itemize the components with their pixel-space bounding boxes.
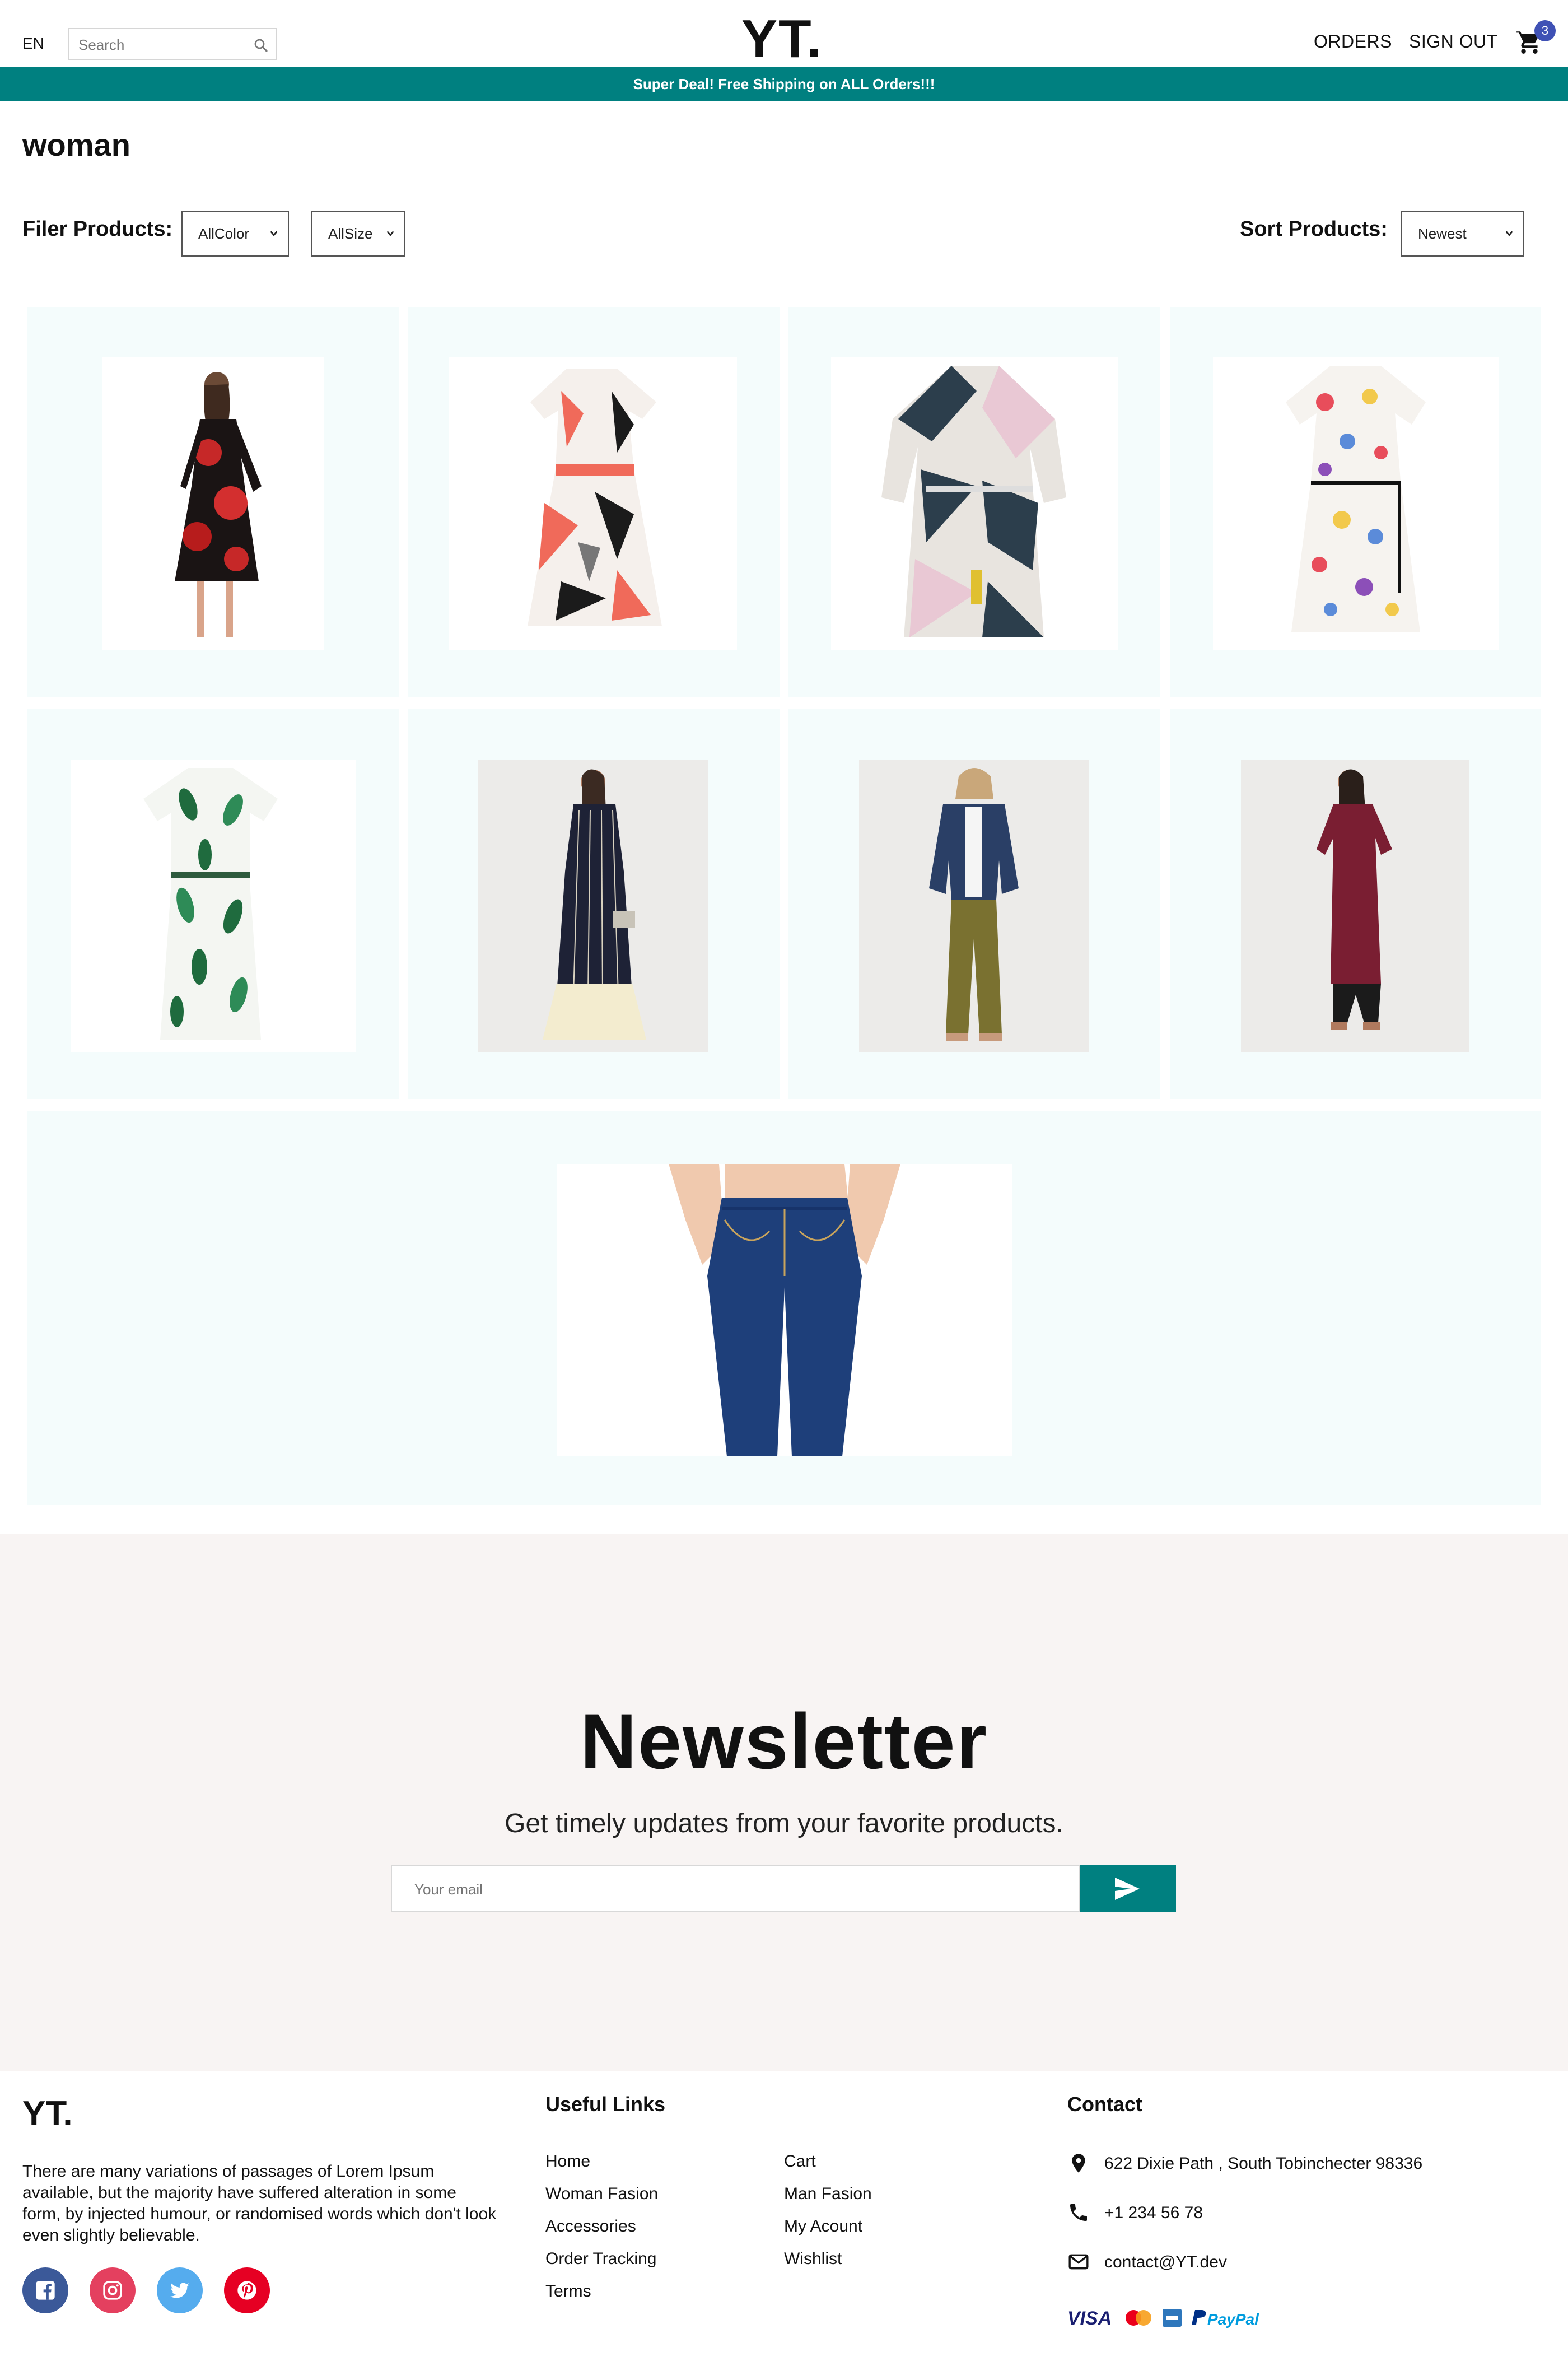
newsletter-email-input[interactable] (413, 1876, 1029, 1902)
footer-link-accessories[interactable]: Accessories (545, 2217, 636, 2236)
product-card[interactable] (788, 307, 1160, 697)
contact-email: contact@YT.dev (1104, 2253, 1227, 2271)
newsletter-description: Get timely updates from your favorite pr… (505, 1809, 1063, 1838)
newsletter-section: Newsletter Get timely updates from your … (0, 1534, 1568, 2071)
send-icon (1115, 1878, 1140, 1900)
search-box[interactable] (68, 28, 277, 60)
product-card[interactable] (1170, 709, 1541, 1099)
product-card[interactable] (788, 709, 1160, 1099)
twitter-icon (170, 2283, 189, 2298)
product-card[interactable] (408, 307, 780, 697)
product-image-maroon-kurta[interactable] (1241, 760, 1469, 1052)
sort-label: Sort Products: (1240, 217, 1388, 241)
footer-link-home[interactable]: Home (545, 2152, 590, 2171)
visa-logo: VISA (1067, 2308, 1112, 2329)
instagram-icon (103, 2281, 122, 2300)
product-image-blue-jeans[interactable] (557, 1164, 1012, 1456)
footer-description: There are many variations of passages of… (22, 2162, 497, 2244)
page-title: woman (22, 127, 130, 162)
instagram-button[interactable] (90, 2267, 136, 2313)
color-select-value: AllColor (198, 225, 250, 242)
contact-title: Contact (1067, 2093, 1142, 2116)
footer-link-woman-fashion[interactable]: Woman Fasion (545, 2185, 658, 2204)
footer-link-man-fashion[interactable]: Man Fasion (784, 2185, 872, 2204)
location-pin-icon (1072, 2154, 1085, 2173)
product-image-green-leaf-dress[interactable] (71, 760, 356, 1052)
sort-select[interactable]: Newest (1401, 211, 1524, 257)
twitter-button[interactable] (157, 2267, 203, 2313)
footer: YT. There are many variations of passage… (0, 2071, 1568, 2366)
search-input[interactable] (77, 35, 245, 55)
orders-link[interactable]: ORDERS (1314, 31, 1392, 52)
footer-link-order-tracking[interactable]: Order Tracking (545, 2249, 656, 2269)
product-image-geometric-shift-dress[interactable] (831, 357, 1118, 650)
site-logo[interactable]: YT. (741, 12, 823, 66)
paypal-logo (1192, 2310, 1206, 2325)
product-image-denim-jacket-outfit[interactable] (859, 760, 1089, 1052)
sign-out-link[interactable]: SIGN OUT (1409, 31, 1498, 52)
newsletter-title: Newsletter (580, 1697, 988, 1785)
newsletter-email-box[interactable] (391, 1865, 1080, 1912)
chevron-down-icon (270, 231, 278, 236)
useful-links-title: Useful Links (545, 2093, 666, 2116)
product-image-colorful-print-dress[interactable] (1213, 357, 1499, 650)
color-select[interactable]: AllColor (181, 211, 289, 257)
mail-icon (1068, 2254, 1089, 2270)
footer-link-cart[interactable]: Cart (784, 2152, 816, 2171)
facebook-button[interactable] (22, 2267, 68, 2313)
footer-link-my-account[interactable]: My Acount (784, 2217, 862, 2236)
facebook-icon (36, 2281, 55, 2300)
navbar: EN YT. ORDERS SIGN OUT 3 (0, 0, 1568, 67)
footer-link-terms[interactable]: Terms (545, 2282, 591, 2301)
size-select[interactable]: AllSize (311, 211, 405, 257)
payment-methods: VISA PayPal (1067, 2308, 1259, 2329)
language-selector[interactable]: EN (22, 35, 44, 53)
product-card[interactable] (27, 709, 399, 1099)
product-card[interactable] (408, 709, 780, 1099)
sort-select-value: Newest (1418, 225, 1467, 242)
contact-address: 622 Dixie Path , South Tobinchecter 9833… (1104, 2154, 1423, 2173)
phone-icon (1070, 2204, 1087, 2221)
announcement-bar: Super Deal! Free Shipping on ALL Orders!… (0, 67, 1568, 101)
svg-text:PayPal: PayPal (1207, 2311, 1259, 2328)
search-icon[interactable] (253, 37, 269, 54)
product-image-navy-striped-kurta[interactable] (478, 760, 708, 1052)
footer-logo: YT. (22, 2094, 73, 2133)
pinterest-icon (237, 2281, 256, 2300)
chevron-down-icon (386, 231, 394, 236)
product-card[interactable] (27, 1111, 1541, 1505)
product-card[interactable] (1170, 307, 1541, 697)
contact-phone: +1 234 56 78 (1104, 2204, 1203, 2222)
size-select-value: AllSize (328, 225, 373, 242)
product-image-coral-abstract-dress[interactable] (449, 357, 737, 650)
product-card[interactable] (27, 307, 399, 697)
pinterest-button[interactable] (224, 2267, 270, 2313)
product-image-red-floral-dress[interactable] (102, 357, 324, 650)
newsletter-send-button[interactable] (1080, 1865, 1176, 1912)
cart-badge: 3 (1534, 20, 1556, 41)
mastercard-logo (1136, 2310, 1151, 2326)
footer-link-wishlist[interactable]: Wishlist (784, 2249, 842, 2269)
filter-label: Filer Products: (22, 217, 173, 241)
chevron-down-icon (1505, 231, 1513, 236)
